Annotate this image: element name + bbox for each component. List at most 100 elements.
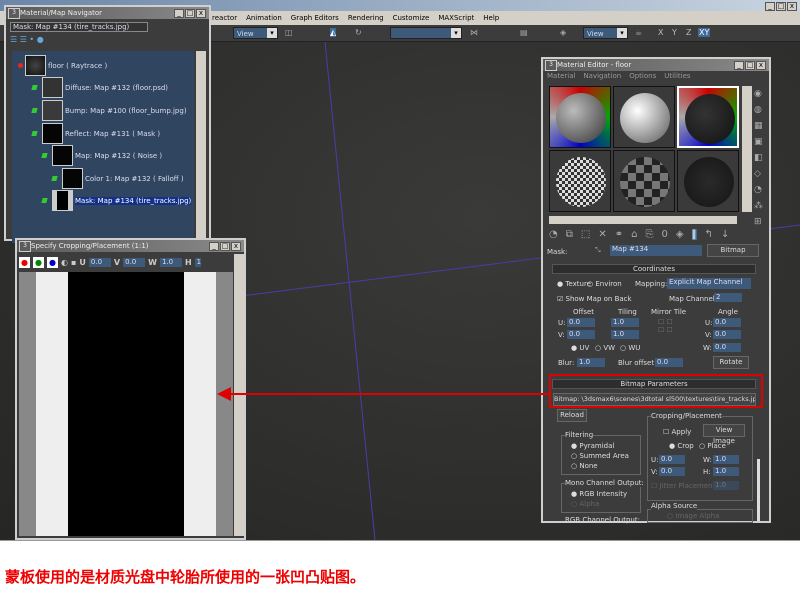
u-field[interactable]: 0.0 [88, 257, 111, 267]
offset-u-field[interactable]: 0.0 [567, 318, 595, 327]
tree-node-floor[interactable]: floor ( Raytrace ) [48, 62, 107, 70]
pyramidal-radio[interactable]: ● Pyramidal [571, 442, 614, 450]
angle-w-field[interactable]: 0.0 [713, 343, 741, 352]
make-preview-icon[interactable]: ◇ [754, 169, 763, 179]
navigator-tree[interactable]: floor ( Raytrace ) Diffuse: Map #132 (fl… [12, 51, 194, 243]
put-to-library-icon[interactable]: ⎘ [645, 229, 653, 240]
menu-reactor[interactable]: reactor [212, 14, 237, 22]
percent-snap-icon[interactable]: ↻ [355, 28, 362, 37]
texture-radio[interactable]: ● Texture [557, 280, 591, 288]
menu-graph-editors[interactable]: Graph Editors [291, 14, 339, 22]
tree-node-noise[interactable]: Map: Map #132 ( Noise ) [75, 152, 162, 160]
options-icon[interactable]: ◔ [754, 185, 763, 195]
sample-slots-vscrollbar[interactable] [742, 86, 752, 212]
menu-customize[interactable]: Customize [393, 14, 430, 22]
sample-slot-3-active[interactable] [677, 86, 739, 148]
axis-x-button[interactable]: X [658, 28, 663, 37]
axis-y-button[interactable]: Y [672, 28, 677, 37]
sample-type-icon[interactable]: ◉ [754, 89, 763, 99]
show-map-in-viewport-icon[interactable]: ◈ [676, 229, 684, 240]
sample-slot-5[interactable] [613, 150, 675, 212]
menu-rendering[interactable]: Rendering [348, 14, 384, 22]
tree-node-falloff[interactable]: Color 1: Map #132 ( Falloff ) [85, 175, 184, 183]
teapot-render-icon[interactable]: ☕ [635, 28, 642, 37]
navigator-window-controls[interactable]: _ □ x [174, 9, 206, 18]
pivot-icon[interactable]: ◫ [285, 28, 293, 37]
angle-v-field[interactable]: 0.0 [713, 330, 741, 339]
background-checker-icon[interactable]: ▦ [754, 121, 763, 131]
make-unique-icon[interactable]: ⌂ [631, 229, 637, 240]
crop-h-field[interactable]: 1.0 [713, 467, 739, 476]
summed-area-radio[interactable]: ○ Summed Area [571, 452, 629, 460]
assign-icon[interactable]: ⬚ [581, 229, 590, 240]
menu-animation[interactable]: Animation [246, 14, 282, 22]
blur-offset-field[interactable]: 0.0 [655, 358, 683, 367]
mirror-tile-checkboxes[interactable]: ☐ ☐ ☐ ☐ [658, 318, 673, 334]
h-field[interactable]: 1 [194, 257, 201, 267]
angle-u-field[interactable]: 0.0 [713, 318, 741, 327]
rollout-scrollbar[interactable] [757, 459, 760, 521]
rgb-intensity-radio[interactable]: ● RGB Intensity [571, 490, 627, 498]
tiling-v-field[interactable]: 1.0 [611, 330, 639, 339]
go-to-parent-icon[interactable]: ↰ [705, 229, 713, 240]
crop-w-field[interactable]: 1.0 [713, 455, 739, 464]
cropping-window-controls[interactable]: _ □ x [209, 242, 241, 251]
sample-slot-4[interactable] [549, 150, 611, 212]
red-channel-button[interactable]: ● [19, 256, 30, 268]
rotate-button[interactable]: Rotate [713, 356, 749, 369]
show-map-on-back-checkbox[interactable]: ☑ Show Map on Back [557, 295, 632, 303]
sample-slot-1[interactable] [549, 86, 611, 148]
alpha-icon[interactable]: ◐ [61, 258, 68, 267]
reload-button[interactable]: Reload [557, 409, 587, 422]
environ-radio[interactable]: ○ Environ [587, 280, 622, 288]
blur-field[interactable]: 1.0 [577, 358, 605, 367]
uv-radio[interactable]: ● UV [571, 344, 589, 352]
map-navigator-icon[interactable]: ⊞ [754, 217, 763, 227]
crop-v-field[interactable]: 0.0 [659, 467, 685, 476]
alpha-radio[interactable]: ○ Alpha [571, 500, 599, 508]
show-end-result-icon[interactable]: ‖ [691, 229, 697, 240]
tree-node-diffuse[interactable]: Diffuse: Map #132 (floor.psd) [65, 84, 168, 92]
curve-editor-icon[interactable]: ▤ [520, 28, 528, 37]
offset-v-field[interactable]: 0.0 [567, 330, 595, 339]
view-image-button[interactable]: View Image [703, 424, 745, 445]
get-material-icon[interactable]: ◔ [549, 229, 558, 240]
select-by-material-icon[interactable]: ⁂ [754, 201, 763, 211]
crop-u-field[interactable]: 0.0 [659, 455, 685, 464]
sample-slots-hscrollbar[interactable] [549, 216, 737, 224]
axis-xy-button[interactable]: XY [698, 28, 711, 37]
video-color-check-icon[interactable]: ◧ [754, 153, 763, 163]
material-editor-icon[interactable]: ◈ [560, 28, 566, 37]
menu-maxscript[interactable]: MAXScript [438, 14, 474, 22]
blue-channel-button[interactable]: ● [47, 256, 58, 268]
sample-slot-6[interactable] [677, 150, 739, 212]
image-alpha-radio[interactable]: ○ Image Alpha [667, 512, 719, 520]
pick-material-icon[interactable]: ⤡ [595, 246, 601, 255]
none-radio[interactable]: ○ None [571, 462, 598, 470]
tire-tracks-bitmap-preview[interactable] [19, 272, 233, 536]
wu-radio[interactable]: ○ WU [620, 344, 640, 352]
tree-node-mask-selected[interactable]: Mask: Map #134 (tire_tracks.jpg) [75, 196, 192, 205]
menu-material[interactable]: Material [547, 72, 575, 80]
navigator-view-icons[interactable]: ☰ ☰ • ● [10, 35, 44, 44]
menu-help[interactable]: Help [483, 14, 499, 22]
render-view-combo[interactable]: View [583, 27, 628, 39]
tree-node-bump[interactable]: Bump: Map #100 (floor_bump.jpg) [65, 107, 187, 115]
crop-radio[interactable]: ● Crop [669, 442, 694, 450]
jitter-placement-checkbox[interactable]: ☐ Jitter Placement: [651, 482, 718, 490]
named-selection-combo[interactable] [390, 27, 462, 39]
axis-z-button[interactable]: Z [686, 28, 691, 37]
reference-coord-combo[interactable]: View [233, 27, 278, 39]
reset-icon[interactable]: ✕ [598, 229, 606, 240]
backlight-icon[interactable]: ◍ [754, 105, 763, 115]
snap-angle-icon[interactable]: ◭ [330, 28, 337, 37]
green-channel-button[interactable]: ● [33, 256, 44, 268]
vw-radio[interactable]: ○ VW [595, 344, 615, 352]
coordinates-rollout-header[interactable]: Coordinates [552, 264, 756, 274]
menu-navigation[interactable]: Navigation [583, 72, 621, 80]
map-type-button[interactable]: Bitmap [707, 244, 759, 257]
app-window-controls[interactable]: _ □ x [765, 2, 797, 11]
mapping-combo[interactable]: Explicit Map Channel [667, 278, 751, 289]
v-field[interactable]: 0.0 [123, 257, 146, 267]
put-to-scene-icon[interactable]: ⧉ [566, 229, 573, 240]
